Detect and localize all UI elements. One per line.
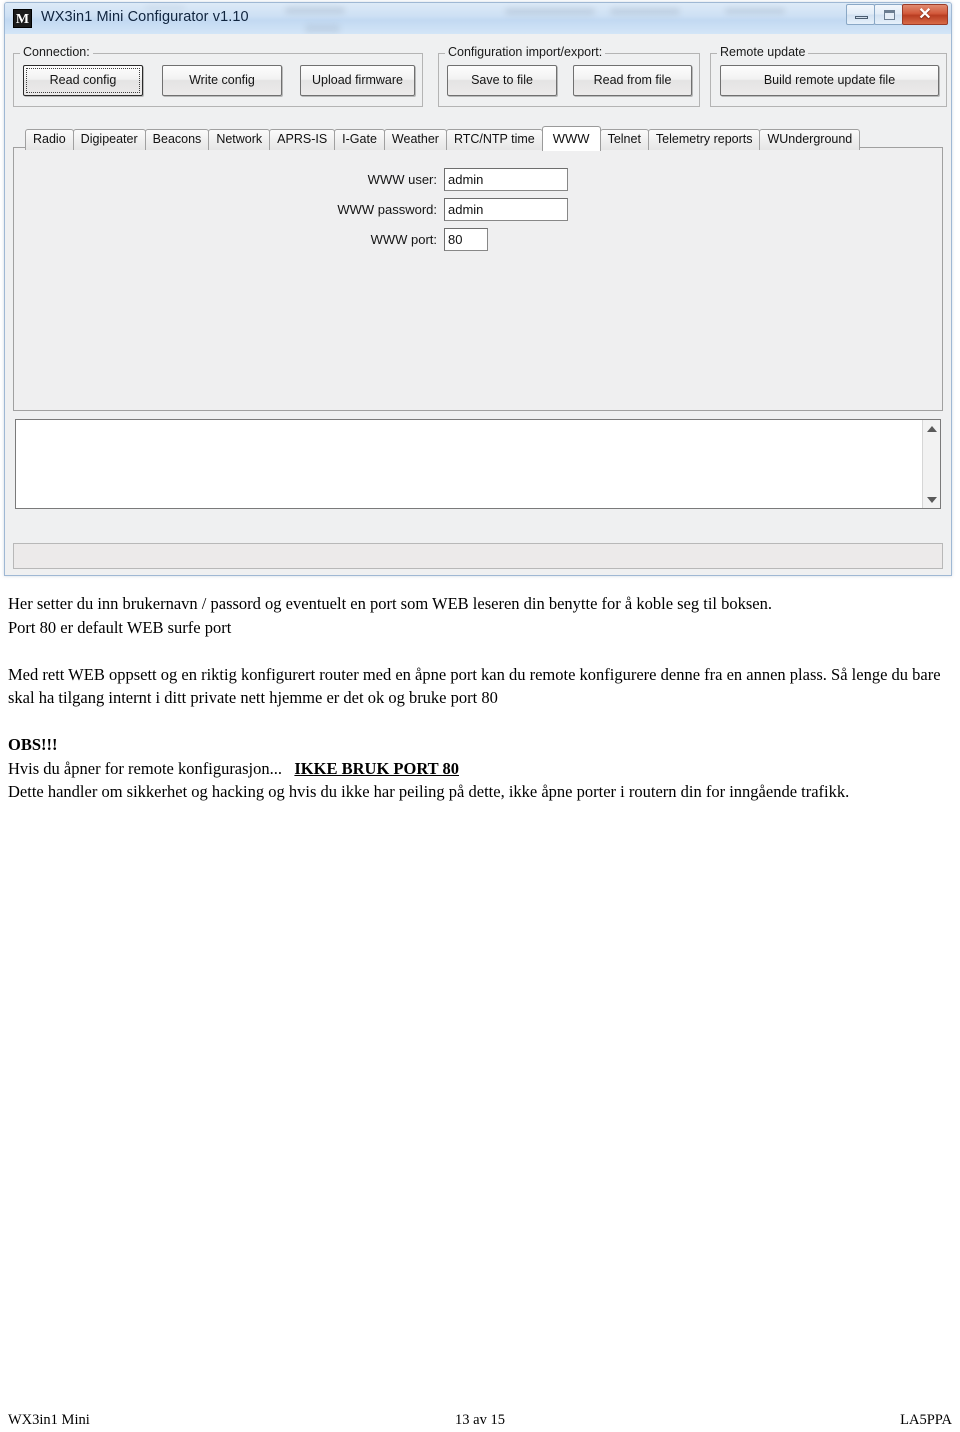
write-config-button[interactable]: Write config [162, 65, 282, 96]
read-config-button[interactable]: Read config [23, 65, 143, 96]
doc-paragraph-text: Hvis du åpner for remote konfigurasjon..… [8, 758, 283, 778]
log-text-area[interactable] [16, 420, 922, 508]
window-titlebar[interactable]: M WX3in1 Mini Configurator v1.10 ✕ [5, 3, 951, 35]
titlebar-artifact [725, 8, 785, 14]
tab-wunderground[interactable]: WUnderground [759, 129, 861, 150]
tab-network[interactable]: Network [208, 129, 271, 150]
titlebar-artifact [285, 7, 345, 14]
document-body: Her setter du inn brukernavn / passord o… [8, 592, 942, 804]
doc-paragraph: Port 80 er default WEB surfe port [8, 617, 232, 637]
scroll-up-arrow-icon[interactable] [923, 420, 940, 437]
window-controls: ✕ [846, 4, 948, 26]
doc-paragraph: Dette handler om sikkerhet og hacking og… [8, 782, 850, 801]
tab-telnet[interactable]: Telnet [599, 129, 649, 150]
close-button[interactable]: ✕ [902, 4, 948, 25]
read-from-file-button[interactable]: Read from file [573, 65, 692, 96]
form-row-www-port: WWW port: 80 [14, 228, 942, 258]
app-logo-icon: M [13, 9, 32, 28]
footer-right: LA5PPA [900, 1412, 952, 1428]
www-port-input[interactable]: 80 [444, 228, 488, 251]
scroll-down-arrow-icon[interactable] [923, 491, 940, 508]
www-settings-form: WWW user: admin WWW password: admin WWW … [14, 168, 942, 258]
www-port-label: WWW port: [370, 232, 437, 247]
toolbar-groups: Connection: Read config Write config Upl… [13, 45, 947, 107]
close-icon: ✕ [918, 6, 932, 23]
log-scrollbar[interactable] [922, 420, 940, 508]
doc-paragraph: Med rett WEB oppsett og en riktig konfig… [8, 664, 941, 708]
tab-panel-www: WWW user: admin WWW password: admin WWW … [13, 147, 943, 411]
maximize-button[interactable] [874, 4, 903, 25]
tab-weather[interactable]: Weather [383, 129, 447, 150]
www-password-input[interactable]: admin [444, 198, 568, 221]
www-password-label: WWW password: [337, 202, 437, 217]
tab-telemetry-reports[interactable]: Telemetry reports [647, 129, 761, 150]
log-output-box [15, 419, 941, 509]
doc-warning-heading: OBS!!! [8, 735, 58, 754]
doc-paragraph-mixed: Hvis du åpner for remote konfigurasjon..… [8, 757, 942, 781]
group-remote-update-label: Remote update [717, 45, 809, 59]
tab-radio[interactable]: Radio [25, 129, 74, 150]
group-remote-update: Remote update Build remote update file [710, 45, 947, 107]
app-window: M WX3in1 Mini Configurator v1.10 ✕ Conne… [4, 2, 952, 576]
status-bar [13, 543, 943, 569]
tab-i-gate[interactable]: I-Gate [334, 129, 385, 150]
form-row-www-password: WWW password: admin [14, 198, 942, 228]
doc-spacer [8, 710, 942, 734]
form-row-www-user: WWW user: admin [14, 168, 942, 198]
titlebar-artifact [305, 24, 340, 33]
maximize-icon [884, 10, 895, 20]
group-import-export: Configuration import/export: Save to fil… [438, 45, 700, 107]
minimize-icon [855, 16, 868, 19]
doc-spacer [8, 639, 942, 663]
titlebar-artifact [505, 8, 595, 15]
group-connection-label: Connection: [20, 45, 93, 59]
tab-rtc-ntp-time[interactable]: RTC/NTP time [445, 129, 543, 150]
group-connection: Connection: Read config Write config Upl… [13, 45, 423, 107]
doc-emphasis: IKKE BRUK PORT 80 [294, 758, 459, 778]
minimize-button[interactable] [846, 4, 875, 25]
tab-beacons[interactable]: Beacons [144, 129, 210, 150]
footer-center: 13 av 15 [455, 1412, 505, 1428]
tab-digipeater[interactable]: Digipeater [72, 129, 146, 150]
tabstrip: Radio Digipeater Beacons Network APRS-IS… [25, 126, 861, 151]
window-title: WX3in1 Mini Configurator v1.10 [41, 9, 249, 25]
window-client-area: Connection: Read config Write config Upl… [5, 34, 951, 575]
page-footer: WX3in1 Mini 13 av 15 LA5PPA [8, 1412, 952, 1432]
doc-paragraph: Her setter du inn brukernavn / passord o… [8, 594, 773, 613]
www-user-input[interactable]: admin [444, 168, 568, 191]
titlebar-artifact [610, 8, 680, 15]
tab-www[interactable]: WWW [541, 126, 601, 151]
www-user-label: WWW user: [367, 172, 437, 187]
tab-aprs-is[interactable]: APRS-IS [269, 129, 336, 150]
upload-firmware-button[interactable]: Upload firmware [300, 65, 415, 96]
build-remote-update-file-button[interactable]: Build remote update file [720, 65, 939, 96]
save-to-file-button[interactable]: Save to file [447, 65, 557, 96]
group-import-export-label: Configuration import/export: [445, 45, 606, 59]
